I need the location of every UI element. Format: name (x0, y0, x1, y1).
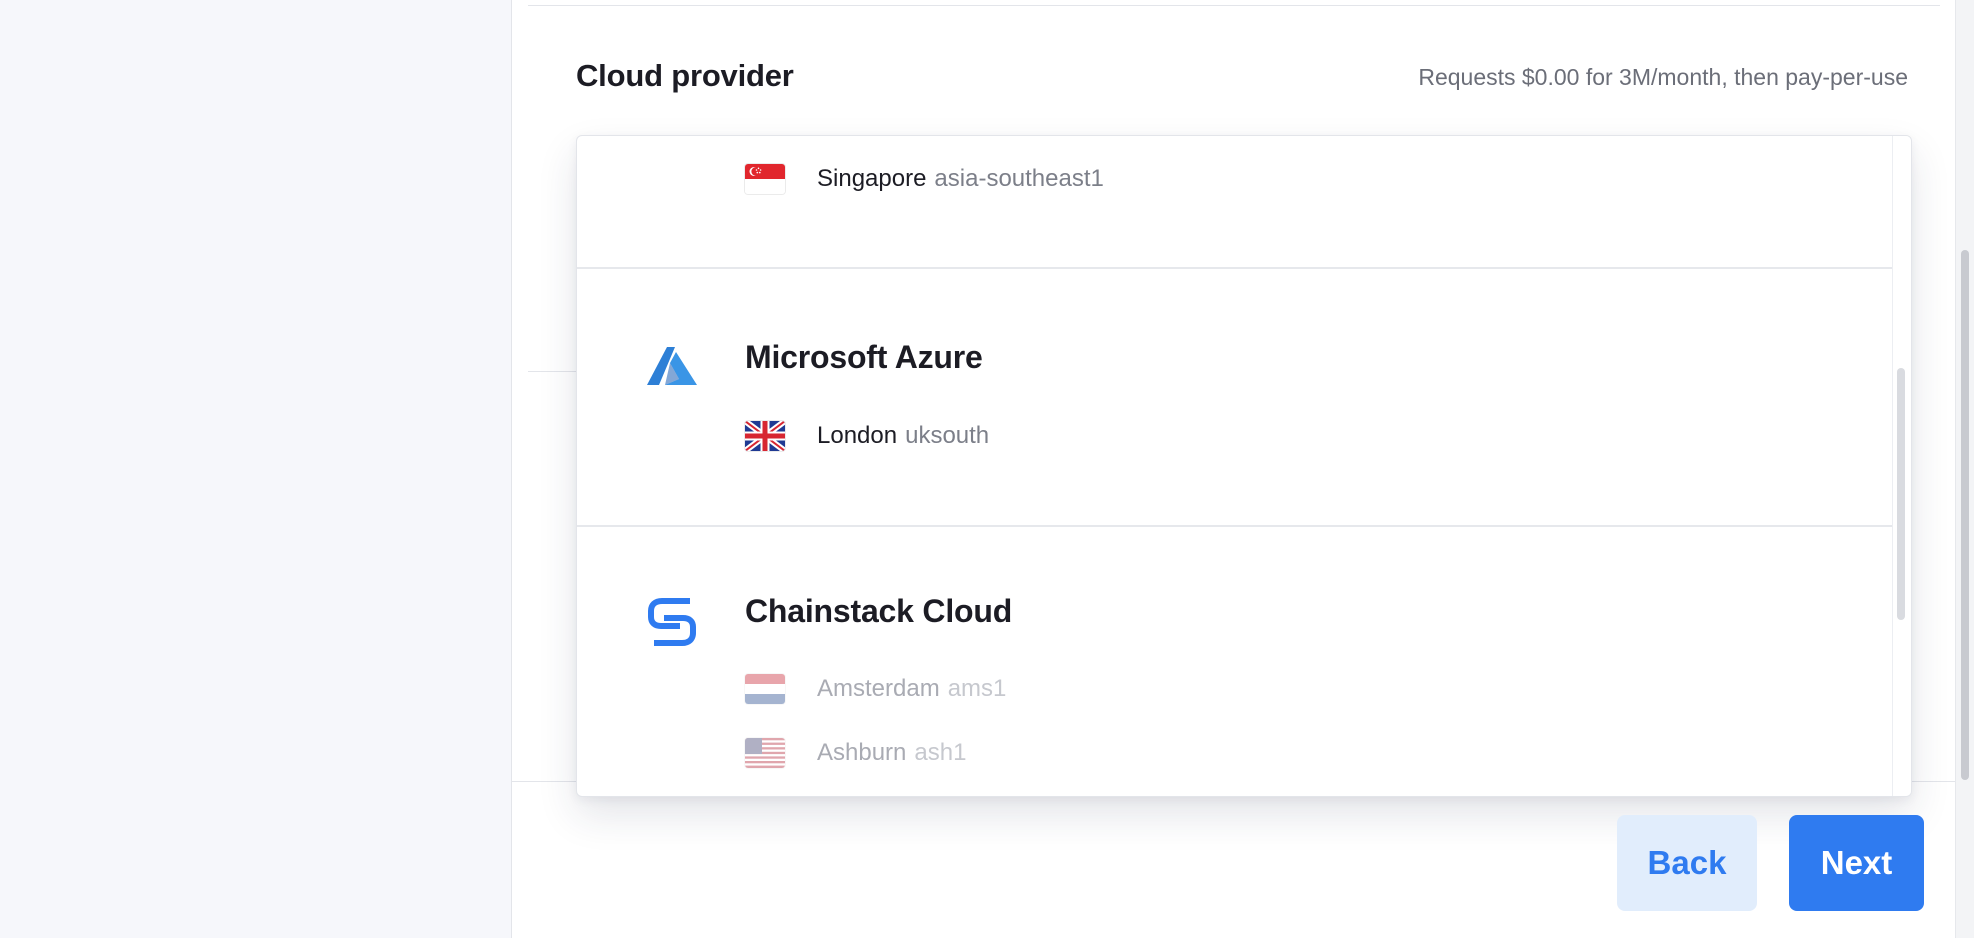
next-button[interactable]: Next (1789, 815, 1924, 911)
region-option-london[interactable]: London uksouth (745, 420, 989, 452)
region-code: ams1 (947, 675, 1007, 702)
page-scrollbar-thumb[interactable] (1961, 250, 1969, 780)
provider-group-top: Singapore asia-southeast1 (577, 136, 1893, 267)
dropdown-scrollbar-thumb[interactable] (1897, 368, 1905, 620)
top-divider (528, 5, 1940, 6)
back-button[interactable]: Back (1617, 815, 1757, 911)
provider-group-chainstack: Chainstack Cloud Amsterdam ams1 Ashburn … (577, 527, 1893, 796)
chainstack-logo-icon (648, 598, 696, 646)
pricing-note: Requests $0.00 for 3M/month, then pay-pe… (1418, 64, 1908, 90)
region-code: uksouth (905, 422, 990, 449)
provider-name: Microsoft Azure (745, 339, 983, 375)
region-city: London (817, 422, 898, 449)
region-code: asia-southeast1 (934, 165, 1104, 192)
uk-flag-icon (745, 421, 785, 451)
page-scrollbar[interactable] (1955, 0, 1974, 938)
provider-name: Chainstack Cloud (745, 593, 1013, 629)
netherlands-flag-icon (745, 674, 785, 704)
region-city: Ashburn (817, 739, 907, 766)
provider-group-azure: Microsoft Azure London uksouth (577, 269, 1893, 525)
region-city: Singapore (817, 165, 927, 192)
usa-flag-icon (745, 738, 785, 768)
cloud-provider-dropdown[interactable]: Singapore asia-southeast1 Microsoft Azur… (576, 135, 1912, 797)
region-option-singapore[interactable]: Singapore asia-southeast1 (745, 163, 1104, 195)
singapore-flag-icon (745, 164, 785, 194)
azure-logo-icon (647, 347, 697, 385)
region-city: Amsterdam (817, 675, 940, 702)
region-code: ash1 (914, 739, 967, 766)
dropdown-list: Singapore asia-southeast1 Microsoft Azur… (577, 136, 1893, 796)
cloud-provider-title: Cloud provider (576, 58, 794, 93)
dropdown-scrollbar[interactable] (1892, 136, 1911, 796)
region-option-ashburn[interactable]: Ashburn ash1 (745, 737, 966, 769)
region-option-amsterdam[interactable]: Amsterdam ams1 (745, 673, 1006, 705)
